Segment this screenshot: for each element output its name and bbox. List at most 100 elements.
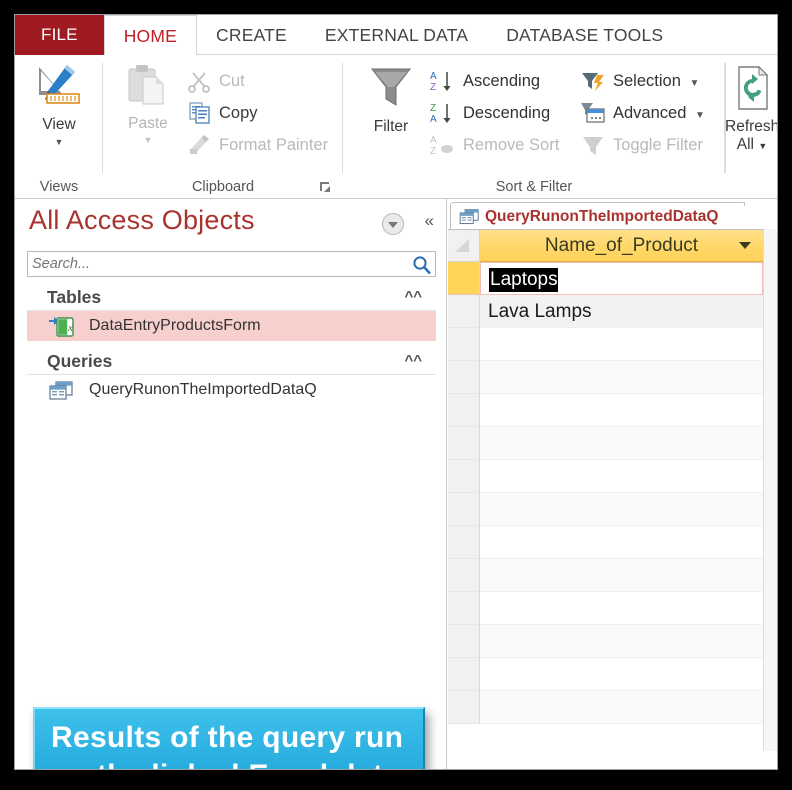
document-tab-query[interactable]: QueryRunonTheImportedDataQ — [450, 202, 754, 230]
sort-ascending-button[interactable]: A Z Ascending — [429, 65, 579, 97]
filter-funnel-icon — [364, 68, 418, 115]
sort-za-icon: Z A — [429, 101, 457, 125]
search-box[interactable] — [27, 251, 436, 277]
document-tab-bar: QueryRunonTheImportedDataQ — [448, 199, 777, 230]
record-selector[interactable] — [448, 262, 480, 295]
refresh-all-label-line1: Refresh — [725, 118, 778, 135]
record-selector[interactable] — [448, 427, 480, 460]
paste-button-label: Paste — [128, 115, 168, 132]
cell-name-of-product[interactable]: Lava Lamps — [480, 295, 763, 328]
record-selector[interactable] — [448, 295, 480, 328]
filter-button-label: Filter — [373, 118, 409, 135]
ribbon-tabstrip: FILE HOME CREATE EXTERNAL DATA DATABASE … — [15, 15, 777, 56]
record-selector[interactable] — [448, 559, 480, 592]
annotation-callout-text: Results of the query run on the linked E… — [51, 721, 404, 769]
cell-name-of-product[interactable] — [480, 625, 763, 658]
table-row-empty[interactable] — [448, 361, 763, 394]
sort-descending-label: Descending — [463, 104, 551, 122]
table-row-empty[interactable] — [448, 592, 763, 625]
table-row-empty[interactable] — [448, 658, 763, 691]
chevron-up-icon[interactable]: ^^ — [404, 283, 422, 311]
refresh-all-button[interactable]: Refresh All ▼ — [725, 63, 778, 155]
view-dropdown-arrow-icon[interactable]: ▼ — [15, 137, 103, 147]
nav-item-dataentryproductsform[interactable]: x DataEntryProductsForm — [27, 311, 436, 341]
ribbon-group-clipboard: Paste ▼ Cut Copy Format Painter Clipboar… — [103, 55, 343, 199]
table-row-empty[interactable] — [448, 625, 763, 658]
refresh-dropdown-arrow-icon[interactable]: ▼ — [758, 141, 767, 151]
nav-group-label-queries: Queries — [47, 351, 113, 371]
vertical-scrollbar[interactable] — [763, 229, 777, 751]
toggle-filter-button[interactable]: Toggle Filter — [579, 129, 739, 161]
record-selector[interactable] — [448, 394, 480, 427]
filter-button[interactable]: Filter — [359, 63, 423, 136]
advanced-button[interactable]: Advanced ▼ — [579, 97, 739, 129]
record-selector[interactable] — [448, 625, 480, 658]
copy-button[interactable]: Copy — [185, 97, 335, 129]
cell-name-of-product[interactable] — [480, 493, 763, 526]
nav-group-header-queries[interactable]: Queries ^^ — [27, 347, 436, 375]
table-row-empty[interactable] — [448, 493, 763, 526]
group-label-views: Views — [39, 179, 79, 195]
cell-name-of-product[interactable]: Laptops — [480, 262, 763, 295]
record-selector[interactable] — [448, 460, 480, 493]
cell-name-of-product[interactable] — [480, 394, 763, 427]
clipboard-dialog-launcher-icon[interactable] — [319, 181, 333, 195]
table-row-empty[interactable] — [448, 427, 763, 460]
record-selector[interactable] — [448, 592, 480, 625]
tab-file[interactable]: FILE — [15, 15, 104, 55]
paste-dropdown-arrow-icon[interactable]: ▼ — [117, 135, 179, 145]
ribbon-group-sort-filter: Filter A Z Ascending Z A Descending A Z … — [343, 55, 725, 199]
cell-name-of-product[interactable] — [480, 427, 763, 460]
ribbon-group-records: Refresh All ▼ — [725, 55, 778, 199]
cell-name-of-product[interactable] — [480, 328, 763, 361]
format-painter-button[interactable]: Format Painter — [185, 129, 335, 161]
view-button[interactable]: View ▼ — [15, 61, 103, 147]
cell-name-of-product[interactable] — [480, 559, 763, 592]
table-row-empty[interactable] — [448, 526, 763, 559]
nav-item-queryrunontheimporteddataq[interactable]: QueryRunonTheImportedDataQ — [27, 375, 436, 405]
advanced-dropdown-arrow-icon[interactable]: ▼ — [695, 110, 705, 121]
paste-button[interactable]: Paste ▼ — [117, 63, 179, 145]
record-selector[interactable] — [448, 658, 480, 691]
select-all-corner-button[interactable] — [448, 230, 480, 262]
table-row-empty[interactable] — [448, 691, 763, 724]
cell-name-of-product[interactable] — [480, 526, 763, 559]
remove-sort-button[interactable]: A Z Remove Sort — [429, 129, 579, 161]
remove-sort-label: Remove Sort — [463, 136, 560, 154]
table-row[interactable]: Laptops — [448, 262, 763, 295]
sort-az-icon: A Z — [429, 69, 457, 93]
tab-create[interactable]: CREATE — [197, 15, 306, 55]
table-row-empty[interactable] — [448, 328, 763, 361]
selection-button[interactable]: Selection ▼ — [579, 65, 739, 97]
record-selector[interactable] — [448, 493, 480, 526]
record-selector[interactable] — [448, 361, 480, 394]
sort-descending-button[interactable]: Z A Descending — [429, 97, 579, 129]
record-selector[interactable] — [448, 328, 480, 361]
selection-dropdown-arrow-icon[interactable]: ▼ — [689, 78, 699, 89]
table-row-empty[interactable] — [448, 559, 763, 592]
column-filter-dropdown-icon[interactable] — [739, 242, 751, 249]
collapse-navigation-pane-button[interactable]: « — [425, 211, 434, 231]
tab-database-tools[interactable]: DATABASE TOOLS — [487, 15, 682, 55]
nav-group-header-tables[interactable]: Tables ^^ — [27, 283, 436, 311]
tab-external-data[interactable]: EXTERNAL DATA — [306, 15, 487, 55]
table-row[interactable]: Lava Lamps — [448, 295, 763, 328]
search-input[interactable] — [32, 252, 405, 276]
record-selector[interactable] — [448, 526, 480, 559]
nav-item-label: QueryRunonTheImportedDataQ — [89, 381, 317, 398]
cell-name-of-product[interactable] — [480, 361, 763, 394]
svg-text:A: A — [430, 71, 437, 82]
cut-button[interactable]: Cut — [185, 65, 335, 97]
cell-name-of-product[interactable] — [480, 592, 763, 625]
record-selector[interactable] — [448, 691, 480, 724]
column-header-name-of-product[interactable]: Name_of_Product — [480, 230, 763, 262]
cell-name-of-product[interactable] — [480, 691, 763, 724]
cell-name-of-product[interactable] — [480, 658, 763, 691]
tab-home[interactable]: HOME — [103, 15, 198, 56]
navigation-pane-menu-button[interactable] — [382, 213, 404, 235]
table-row-empty[interactable] — [448, 460, 763, 493]
sort-ascending-label: Ascending — [463, 72, 541, 90]
chevron-up-icon[interactable]: ^^ — [404, 347, 422, 375]
cell-name-of-product[interactable] — [480, 460, 763, 493]
table-row-empty[interactable] — [448, 394, 763, 427]
